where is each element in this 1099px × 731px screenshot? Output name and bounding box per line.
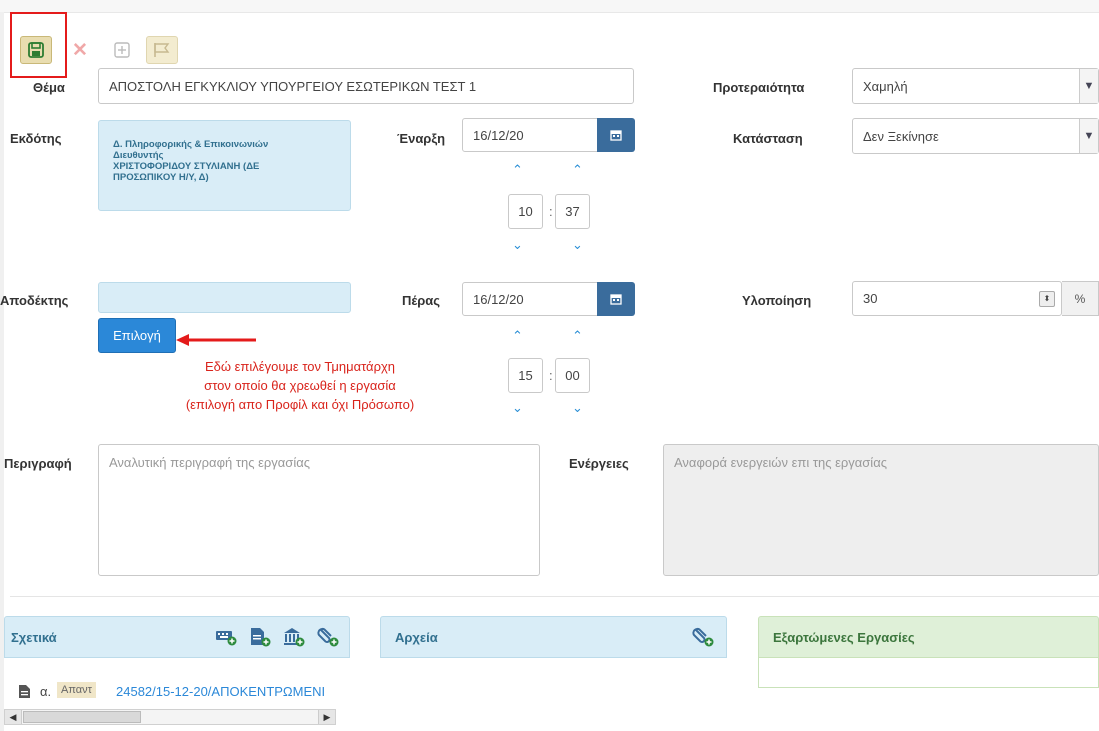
issuer-line: ΠΡΟΣΩΠΙΚΟΥ Η/Υ, Δ): [113, 172, 209, 183]
top-border: [0, 0, 1099, 13]
issuer-line: Δ. Πληροφορικής & Επικοινωνιών: [113, 139, 269, 150]
start-hour-up[interactable]: ⌃: [512, 162, 523, 178]
add-button[interactable]: [106, 36, 138, 64]
chevron-down-icon: ▼: [1079, 119, 1098, 153]
start-minute-input[interactable]: 37: [555, 194, 590, 229]
scroll-left-icon[interactable]: ◀: [5, 710, 22, 724]
paperclip-add-icon[interactable]: [317, 627, 339, 647]
flag-button[interactable]: [146, 36, 178, 64]
issuer-label: Εκδότης: [10, 131, 62, 146]
priority-select[interactable]: Χαμηλή ▼: [852, 68, 1099, 104]
related-title: Σχετικά: [11, 629, 57, 645]
time-separator: :: [549, 368, 553, 383]
start-minute-up[interactable]: ⌃: [572, 162, 583, 178]
keyboard-add-icon[interactable]: [215, 628, 237, 646]
annotation-text: Εδώ επιλέγουμε τον Τμηματάρχη στον οποίο…: [150, 357, 450, 414]
document-add-icon[interactable]: [249, 627, 271, 647]
progress-value: 30: [863, 291, 878, 306]
start-date-input[interactable]: 16/12/20: [462, 118, 598, 152]
delete-button[interactable]: ✕: [64, 36, 96, 64]
related-item-prefix: α.: [40, 684, 52, 699]
dependent-title: Εξαρτώμενες Εργασίες: [773, 629, 915, 645]
dependent-panel-body: [758, 658, 1099, 688]
end-minute-input[interactable]: 00: [555, 358, 590, 393]
related-panel-header: Σχετικά: [4, 616, 350, 658]
chevron-down-icon: ▼: [1079, 69, 1098, 103]
end-minute-down[interactable]: ⌄: [572, 400, 583, 416]
start-label: Έναρξη: [397, 131, 446, 146]
start-calendar-button[interactable]: [597, 118, 635, 152]
calendar-icon: [610, 294, 622, 305]
description-textarea[interactable]: Αναλυτική περιγραφή της εργασίας: [98, 444, 540, 576]
actions-textarea: Αναφορά ενεργειών επι της εργασίας: [663, 444, 1099, 576]
start-hour-down[interactable]: ⌄: [512, 237, 523, 253]
document-icon: [18, 684, 31, 702]
actions-label: Ενέργειες: [569, 456, 629, 471]
status-value: Δεν Ξεκίνησε: [863, 128, 939, 144]
start-minute-down[interactable]: ⌄: [572, 237, 583, 253]
section-divider: [10, 596, 1099, 597]
description-label: Περιγραφή: [4, 456, 72, 471]
scrollbar-thumb[interactable]: [23, 711, 141, 723]
horizontal-scrollbar[interactable]: ◀ ▶: [4, 709, 336, 725]
progress-input[interactable]: 30 ⬍: [852, 281, 1062, 316]
end-hour-down[interactable]: ⌄: [512, 400, 523, 416]
end-calendar-button[interactable]: [597, 282, 635, 316]
institution-add-icon[interactable]: [283, 627, 305, 647]
recipient-label: Αποδέκτης: [0, 293, 69, 308]
status-label: Κατάσταση: [733, 131, 803, 146]
close-icon: ✕: [72, 39, 88, 61]
status-select[interactable]: Δεν Ξεκίνησε ▼: [852, 118, 1099, 154]
issuer-box: Δ. Πληροφορικής & Επικοινωνιών Διευθυντή…: [98, 120, 351, 211]
subject-input[interactable]: ΑΠΟΣΤΟΛΗ ΕΓΚΥΚΛΙΟΥ ΥΠΟΥΡΓΕΙΟΥ ΕΣΩΤΕΡΙΚΩΝ…: [98, 68, 634, 104]
flag-icon: [154, 43, 170, 57]
end-hour-up[interactable]: ⌃: [512, 328, 523, 344]
scroll-right-icon[interactable]: ▶: [318, 710, 335, 724]
time-separator: :: [549, 204, 553, 219]
issuer-line: Διευθυντής: [113, 150, 164, 161]
files-panel-header: Αρχεία: [380, 616, 727, 658]
highlight-box: [10, 12, 67, 78]
annotation-line: (επιλογή απο Προφίλ και όχι Πρόσωπο): [185, 397, 415, 412]
priority-value: Χαμηλή: [863, 78, 908, 94]
annotation-line: Εδώ επιλέγουμε τον Τμηματάρχη: [204, 359, 396, 374]
end-hour-input[interactable]: 15: [508, 358, 543, 393]
files-title: Αρχεία: [395, 629, 438, 645]
annotation-line: στον οποίο θα χρεωθεί η εργασία: [204, 378, 396, 393]
calendar-icon: [610, 130, 622, 141]
recipient-box: [98, 282, 351, 313]
end-minute-up[interactable]: ⌃: [572, 328, 583, 344]
related-item-link[interactable]: 24582/15-12-20/ΑΠΟΚΕΝΤΡΩΜΕΝΙ: [116, 684, 338, 699]
priority-label: Προτεραιότητα: [713, 80, 805, 95]
paperclip-add-icon[interactable]: [692, 627, 714, 647]
end-label: Πέρας: [402, 293, 441, 308]
progress-label: Υλοποίηση: [742, 293, 812, 308]
related-item-badge: Απαντ: [57, 682, 96, 698]
subject-label: Θέμα: [33, 80, 65, 95]
select-recipient-button[interactable]: Επιλογή: [98, 318, 176, 353]
end-date-input[interactable]: 16/12/20: [462, 282, 598, 316]
plus-icon: [114, 42, 130, 58]
start-hour-input[interactable]: 10: [508, 194, 543, 229]
arrow-left-icon: [176, 334, 256, 346]
spinner-icon[interactable]: ⬍: [1039, 290, 1055, 307]
issuer-line: ΧΡΙΣΤΟΦΟΡΙΔΟΥ ΣΤΥΛΙΑΝΗ (ΔΕ: [113, 161, 260, 172]
progress-unit: %: [1062, 281, 1099, 316]
dependent-panel-header: Εξαρτώμενες Εργασίες: [758, 616, 1099, 658]
